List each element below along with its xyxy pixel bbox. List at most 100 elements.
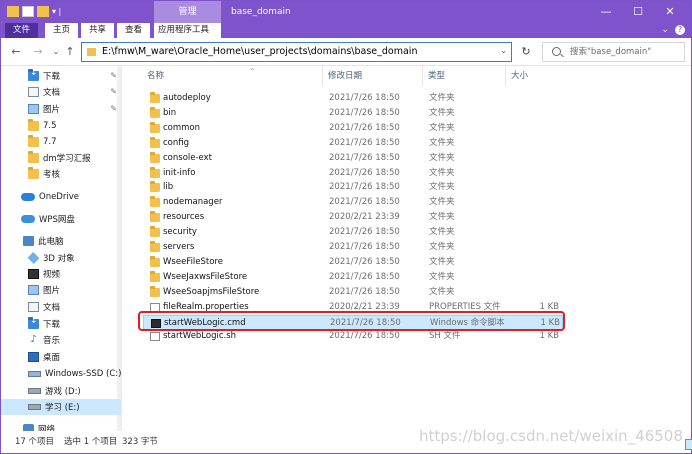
address-bar[interactable]: E:\fmw\M_ware\Oracle_Home\user_projects\… [81,42,512,62]
sidebar-item-desktop[interactable]: 桌面 [1,349,121,365]
file-row[interactable]: WseeJaxwsFileStore 2021/7/26 18:50 文件夹 [143,270,563,285]
sidebar-item-downloads[interactable]: 下载 [1,316,121,332]
sidebar-item-dm-report[interactable]: dm学习汇报 [1,150,121,166]
maximize-button[interactable]: ☐ [623,1,653,23]
ribbon-tabs: 文件 主页 共享 查看 应用程序工具 ⌄ ? [1,23,691,38]
file-type: 文件夹 [429,227,455,238]
file-name: config [163,137,190,148]
properties-icon[interactable] [22,6,34,17]
column-header-date[interactable]: 修改日期 [324,66,423,86]
wps-cloud-icon [21,215,35,223]
tab-file[interactable]: 文件 [5,23,39,38]
file-size: 1 KB [539,331,559,342]
help-icon[interactable]: ? [675,25,685,35]
address-dropdown-icon[interactable]: ⌄ [500,46,507,55]
sidebar-item-onedrive[interactable]: OneDrive [1,189,121,205]
file-row[interactable]: lib 2021/7/26 18:50 文件夹 [143,180,563,195]
chevron-down-icon[interactable]: ⌄ [661,25,669,35]
download-folder-icon [28,316,39,329]
file-row[interactable]: console-ext 2021/7/26 18:50 文件夹 [143,151,563,166]
file-row[interactable]: WseeFileStore 2021/7/26 18:50 文件夹 [143,255,563,270]
pictures-icon [28,285,39,295]
file-date: 2021/7/26 18:50 [329,107,400,118]
sidebar-item-documents-pinned[interactable]: 文档 ✎ [1,84,121,100]
folder-icon [150,136,160,148]
search-icon [552,47,561,56]
sidebar-item-label: 下载 [43,72,61,82]
file-row[interactable]: bin 2021/7/26 18:50 文件夹 [143,106,563,121]
file-type: 文件夹 [429,152,455,163]
pin-icon[interactable]: ✎ [110,104,117,113]
sidebar-item-pictures-pinned[interactable]: 图片 ✎ [1,101,121,117]
tab-home[interactable]: 主页 [45,23,79,38]
column-header-name[interactable]: 名称 ⌃ [143,66,323,86]
file-row[interactable]: startWebLogic.cmd 2021/7/26 18:50 Windows … [143,314,563,330]
file-date: 2021/7/26 18:50 [329,331,400,342]
sidebar-item-wps-cloud[interactable]: WPS网盘 [1,211,121,227]
pin-icon[interactable]: ✎ [110,87,117,96]
file-row[interactable]: fileRealm.properties 2020/2/21 23:39 PROPE… [143,300,563,315]
file-row[interactable]: nodemanager 2021/7/26 18:50 文件夹 [143,195,563,210]
folder-icon [28,151,39,163]
sidebar-item-this-pc[interactable]: 此电脑 [1,233,121,249]
search-box[interactable]: 搜索"base_domain" [542,42,685,62]
customize-quick-access-icon[interactable]: ▾ | [52,7,61,16]
sidebar-item-drive-e[interactable]: 学习 (E:) [1,399,121,415]
up-button[interactable]: ↑ [63,45,77,59]
column-header-type[interactable]: 类型 [424,66,506,86]
sidebar-item-assessment[interactable]: 考核 [1,166,121,182]
file-name: nodemanager [163,197,223,208]
search-input[interactable]: 搜索"base_domain" [570,43,651,61]
sidebar-item-network[interactable]: 网络 [1,421,121,431]
sidebar-item-label: 此电脑 [38,237,64,247]
back-button[interactable]: ← [9,45,23,59]
sidebar-item-label: 考核 [43,170,61,180]
sidebar-item-music[interactable]: ♪ 音乐 [1,332,121,348]
file-row[interactable]: config 2021/7/26 18:50 文件夹 [143,136,563,151]
close-button[interactable]: ✕ [655,1,685,23]
sidebar-item-drive-d[interactable]: 游戏 (D:) [1,383,121,399]
file-row[interactable]: autodeploy 2021/7/26 18:50 文件夹 [143,91,563,106]
item-count: 17 个项目 [15,437,55,447]
sidebar-item-label: WPS网盘 [39,215,75,225]
refresh-button[interactable]: ↻ [517,42,535,62]
file-name: security [163,227,197,238]
file-row[interactable]: init-info 2021/7/26 18:50 文件夹 [143,166,563,181]
sidebar-item-drive-c[interactable]: Windows-SSD (C:) [1,366,122,382]
folder-icon[interactable] [7,6,19,17]
large-icons-view-icon[interactable] [685,439,692,450]
file-row[interactable]: common 2021/7/26 18:50 文件夹 [143,121,563,136]
column-header-size[interactable]: 大小 [507,66,565,86]
address-path[interactable]: E:\fmw\M_ware\Oracle_Home\user_projects\… [102,43,417,61]
contextual-tab-manage[interactable]: 管理 [154,1,221,23]
file-row[interactable]: WseeSoapjmsFileStore 2021/7/26 18:50 文件夹 [143,285,563,300]
file-name: WseeSoapjmsFileStore [163,286,260,297]
tab-share[interactable]: 共享 [81,23,115,38]
minimize-button[interactable]: — [591,1,621,23]
file-row[interactable]: resources 2020/2/21 23:39 文件夹 [143,210,563,225]
file-row[interactable]: startWebLogic.sh 2021/7/26 18:50 SH 文件 1 KB [143,329,563,344]
tab-application-tools[interactable]: 应用程序工具 [154,23,221,38]
file-type: 文件夹 [429,137,455,148]
sidebar-item-3d-objects[interactable]: 3D 对象 [1,250,121,266]
selection-size: 323 字节 [122,437,158,447]
file-row[interactable]: servers 2021/7/26 18:50 文件夹 [143,240,563,255]
sidebar-item-label: 音乐 [43,336,61,346]
watermark: https://blog.csdn.net/weixin_46508 [419,427,683,445]
file-type: 文件夹 [429,286,455,297]
sidebar-item-documents[interactable]: 文档 [1,299,121,315]
file-type: 文件夹 [429,256,455,267]
sidebar-item-7-5[interactable]: 7.5 [1,118,121,134]
sidebar-item-videos[interactable]: 视频 [1,266,121,282]
forward-button[interactable]: → [31,45,45,59]
recent-locations-button[interactable]: ⌄ [49,45,63,59]
tab-view[interactable]: 查看 [117,23,151,38]
sidebar-item-pictures[interactable]: 图片 [1,282,121,298]
pin-icon[interactable]: ✎ [110,71,117,80]
sidebar-item-label: Windows-SSD (C:) [45,369,122,379]
file-date: 2021/7/26 18:50 [329,256,400,267]
new-folder-icon[interactable] [37,6,49,17]
file-row[interactable]: security 2021/7/26 18:50 文件夹 [143,225,563,240]
sidebar-item-7-7[interactable]: 7.7 [1,134,121,150]
sidebar-item-downloads-pinned[interactable]: 下载 ✎ [1,68,121,84]
